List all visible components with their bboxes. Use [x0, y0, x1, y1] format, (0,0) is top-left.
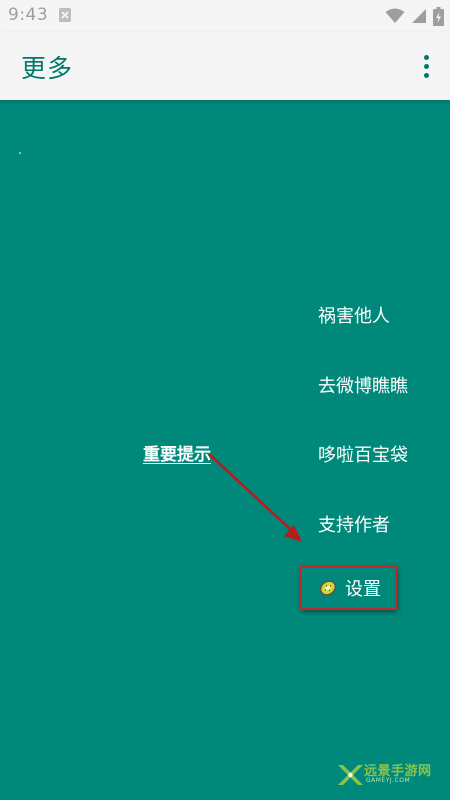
status-bar: 9:43 — [0, 0, 450, 32]
menu-item-support-author[interactable]: 支持作者 — [318, 511, 390, 537]
signal-icon — [412, 9, 426, 23]
watermark: 远景手游网 GAMEYJ.COM — [332, 758, 442, 792]
status-icons — [385, 6, 444, 26]
watermark-domain: GAMEYJ.COM — [366, 777, 411, 784]
kiwi-icon — [319, 580, 337, 596]
screen: 9:43 更多 祸害他人 去微博瞧瞧 哆啦百宝袋 支持作者 设置 重要提示 远景… — [0, 0, 450, 800]
status-time: 9:43 — [8, 5, 49, 25]
page-title: 更多 — [21, 54, 74, 83]
watermark-logo-icon — [338, 765, 363, 785]
menu-item-doraemon-pocket[interactable]: 哆啦百宝袋 — [318, 441, 408, 467]
settings-button[interactable]: 设置 — [300, 566, 397, 610]
menu-item-visit-weibo[interactable]: 去微博瞧瞧 — [318, 372, 408, 398]
important-hint-label: 重要提示 — [143, 445, 211, 465]
speck — [19, 152, 21, 154]
more-vert-icon[interactable] — [416, 50, 436, 82]
menu-item-harm-others[interactable]: 祸害他人 — [318, 302, 390, 328]
battery-icon — [433, 6, 444, 26]
notification-icon — [59, 8, 71, 22]
app-bar: 更多 — [0, 32, 450, 100]
arrow-icon — [208, 453, 302, 542]
settings-label: 设置 — [345, 579, 381, 600]
wifi-icon — [385, 8, 405, 23]
